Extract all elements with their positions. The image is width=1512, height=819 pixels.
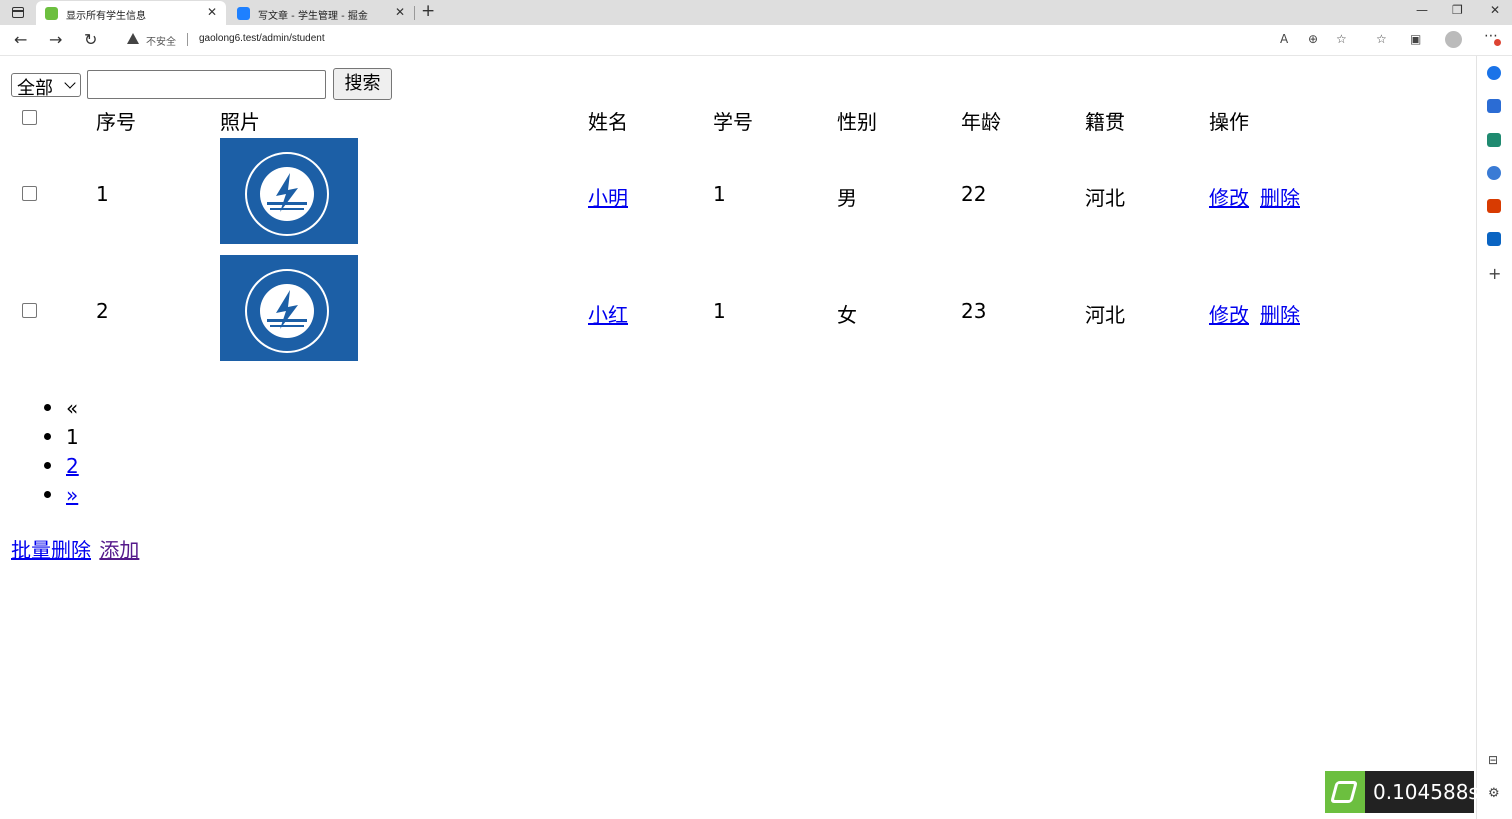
chevron-down-icon (64, 77, 76, 89)
close-window-icon[interactable]: ✕ (1490, 3, 1500, 17)
reload-icon[interactable]: ↻ (84, 30, 97, 49)
hide-sidebar-icon[interactable]: ⊟ (1488, 753, 1498, 767)
student-photo (220, 255, 358, 361)
notification-badge (1494, 39, 1501, 46)
office-icon[interactable] (1487, 199, 1501, 213)
header-id: 序号 (96, 110, 136, 134)
category-select-value: 全部 (17, 78, 53, 99)
edit-link[interactable]: 修改 (1209, 299, 1249, 328)
address-bar: ← → ↻ 不安全 gaolong6.test/admin/student A … (0, 25, 1512, 56)
tab-title: 写文章 - 学生管理 - 掘金 (258, 11, 368, 22)
edge-sidebar: + ⊟ ⚙ (1476, 56, 1512, 819)
student-name-link[interactable]: 小明 (588, 182, 628, 211)
page-content: 全部 搜索 序号 照片 姓名 学号 性别 年龄 籍贯 操作 1 小明 1 男 2… (0, 56, 1476, 819)
pager-prev-label: « (66, 396, 79, 420)
read-aloud-icon[interactable]: A (1280, 32, 1288, 46)
profile-avatar[interactable] (1445, 31, 1462, 48)
row-hometown: 河北 (1085, 303, 1125, 327)
student-name-link[interactable]: 小红 (588, 299, 628, 328)
close-tab-icon[interactable]: ✕ (395, 5, 405, 19)
delete-link[interactable]: 删除 (1260, 182, 1300, 211)
address-divider (187, 33, 188, 46)
insecure-label[interactable]: 不安全 (146, 33, 176, 48)
header-gender: 性别 (837, 110, 877, 134)
header-hometown: 籍贯 (1085, 110, 1125, 134)
college-logo-icon (245, 152, 329, 236)
pager-page-label: 1 (66, 425, 79, 449)
tab-juejin[interactable]: 写文章 - 学生管理 - 掘金 ✕ (228, 1, 414, 25)
row-gender: 男 (837, 186, 857, 210)
student-photo (220, 138, 358, 244)
warning-icon (127, 33, 139, 44)
edit-link[interactable]: 修改 (1209, 182, 1249, 211)
row-age: 22 (961, 182, 987, 206)
search-icon[interactable] (1487, 66, 1501, 80)
list-bullet (44, 462, 51, 469)
row-id: 2 (96, 299, 109, 323)
sidebar-settings-icon[interactable]: ⚙ (1488, 786, 1500, 801)
browser-tab-bar: 显示所有学生信息 ✕ 写文章 - 学生管理 - 掘金 ✕ + — ❐ ✕ (0, 0, 1512, 25)
tab-divider (414, 6, 415, 20)
tools-icon[interactable] (1487, 133, 1501, 147)
select-all-checkbox[interactable] (22, 110, 37, 125)
list-bullet (44, 404, 51, 411)
row-checkbox[interactable] (22, 303, 37, 318)
header-photo: 照片 (220, 110, 260, 134)
collections-icon[interactable]: ▣ (1410, 32, 1421, 46)
juejin-favicon-icon (237, 7, 250, 20)
minimize-icon[interactable]: — (1416, 3, 1428, 17)
tab-students[interactable]: 显示所有学生信息 ✕ (36, 1, 226, 25)
header-name: 姓名 (588, 110, 628, 134)
app-logo-icon (1325, 771, 1365, 813)
row-student-no: 1 (713, 182, 726, 206)
site-favicon-icon (45, 7, 58, 20)
row-student-no: 1 (713, 299, 726, 323)
row-gender: 女 (837, 303, 857, 327)
back-icon[interactable]: ← (14, 30, 27, 49)
list-bullet (44, 433, 51, 440)
college-logo-icon (245, 269, 329, 353)
url-field[interactable]: gaolong6.test/admin/student (199, 33, 325, 44)
timer-value: 0.104588s (1373, 780, 1479, 804)
favorites-icon[interactable]: ☆ (1376, 32, 1387, 46)
search-button[interactable]: 搜索 (333, 68, 392, 100)
header-student-no: 学号 (713, 110, 753, 134)
forward-icon[interactable]: → (49, 30, 62, 49)
outlook-icon[interactable] (1487, 232, 1501, 246)
zoom-icon[interactable]: ⊕ (1308, 32, 1318, 46)
row-hometown: 河北 (1085, 186, 1125, 210)
tab-title: 显示所有学生信息 (66, 11, 146, 22)
pager-page-link[interactable]: 2 (66, 454, 79, 478)
games-icon[interactable] (1487, 166, 1501, 180)
add-link[interactable]: 添加 (99, 538, 139, 562)
search-input[interactable] (87, 70, 326, 99)
new-tab-icon[interactable]: + (421, 1, 435, 21)
row-age: 23 (961, 299, 987, 323)
category-select[interactable]: 全部 (11, 73, 81, 99)
header-actions: 操作 (1209, 110, 1249, 134)
batch-delete-link[interactable]: 批量删除 (11, 538, 91, 562)
row-checkbox[interactable] (22, 186, 37, 201)
add-sidebar-icon[interactable]: + (1488, 264, 1501, 283)
bottom-actions: 批量删除 添加 (11, 534, 139, 563)
close-tab-icon[interactable]: ✕ (207, 5, 217, 19)
add-favorite-icon[interactable]: ☆ (1336, 32, 1347, 46)
header-age: 年龄 (961, 110, 1001, 134)
list-bullet (44, 491, 51, 498)
pager-next-link[interactable]: » (66, 483, 78, 507)
row-id: 1 (96, 182, 109, 206)
shopping-tag-icon[interactable] (1487, 99, 1501, 113)
restore-icon[interactable]: ❐ (1452, 3, 1463, 17)
tab-actions-icon[interactable] (8, 4, 28, 22)
render-timer: 0.104588s (1325, 771, 1479, 813)
delete-link[interactable]: 删除 (1260, 299, 1300, 328)
